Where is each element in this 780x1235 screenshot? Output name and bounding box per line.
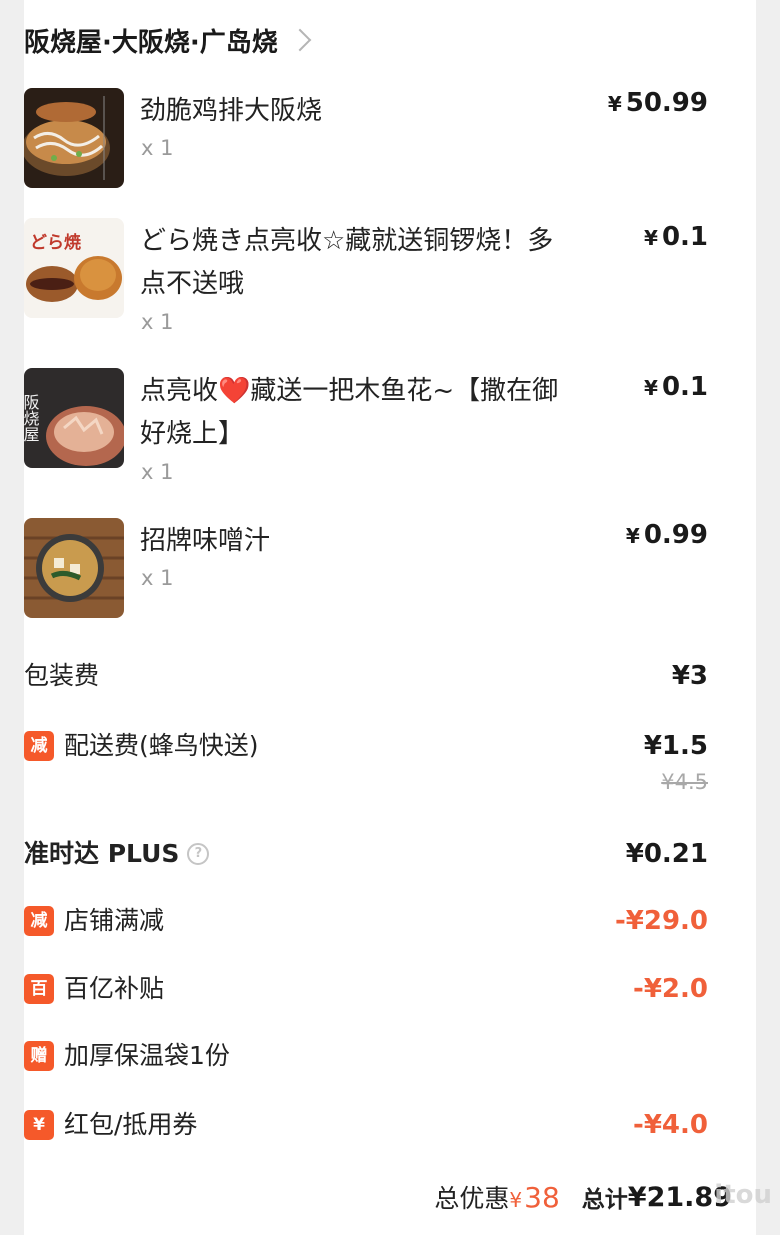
delivery-fee-label: 配送费(蜂鸟快送) [64, 731, 259, 760]
discount-label: 红包/抵用券 [64, 1110, 198, 1139]
item-name: どら焼き点亮收☆藏就送铜锣烧！多点不送哦 [140, 226, 554, 299]
order-item: どら焼 どら焼き点亮收☆藏就送铜锣烧！多点不送哦 x 1 ¥0.1 [24, 218, 708, 334]
hanshaoya-logo-text: 阪烧屋 [24, 394, 40, 442]
item-quantity: x 1 [141, 310, 174, 334]
discount-row-subsidy: 百 百亿补贴 -¥2.0 [24, 969, 708, 1009]
gift-badge: 赠 [24, 1041, 54, 1071]
item-price: ¥0.1 [644, 372, 708, 402]
delivery-fee-value: ¥1.5 [643, 731, 708, 761]
gift-row: 赠 加厚保温袋1份 [24, 1036, 708, 1076]
item-price: ¥50.99 [607, 88, 708, 118]
discount-badge: 减 [24, 731, 54, 761]
discount-label: 百亿补贴 [64, 974, 165, 1003]
item-name: 点亮收❤️藏送一把木鱼花~【撒在御好烧上】 [140, 376, 559, 449]
discount-value: -¥29.0 [614, 906, 708, 936]
ontime-plus-row: 准时达 PLUS ? ¥0.21 [24, 834, 708, 874]
item-price: ¥0.1 [644, 222, 708, 252]
item-thumbnail-miso-soup [24, 518, 124, 618]
packaging-fee-value: ¥3 [671, 661, 708, 691]
discount-value: -¥4.0 [633, 1110, 708, 1140]
item-thumbnail-bonito-flakes: 阪烧屋 [24, 368, 124, 468]
item-name: 劲脆鸡排大阪烧 [140, 96, 323, 126]
discount-row-coupon: ¥ 红包/抵用券 -¥4.0 [24, 1105, 708, 1145]
order-item: 劲脆鸡排大阪烧 x 1 ¥50.99 [24, 88, 708, 188]
total-discount-value: ¥38 [509, 1180, 560, 1214]
packaging-fee-row: 包装费 ¥3 [24, 656, 708, 696]
chevron-right-icon [288, 28, 312, 52]
shop-name: 阪烧屋·大阪烧·广岛烧 [24, 27, 278, 58]
discount-value: -¥2.0 [633, 974, 708, 1004]
discount-badge: 百 [24, 974, 54, 1004]
order-item: 招牌味噌汁 x 1 ¥0.99 [24, 518, 708, 618]
item-name: 招牌味噌汁 [140, 526, 271, 556]
watermark-logo: itou [714, 1180, 772, 1210]
delivery-fee-row: 减 配送费(蜂鸟快送) ¥1.5 ¥4.5 [24, 726, 708, 802]
packaging-fee-label: 包装费 [24, 661, 100, 690]
dorayaki-logo-text: どら焼 [30, 232, 81, 253]
discount-row-store: 减 店铺满减 -¥29.0 [24, 901, 708, 941]
item-quantity: x 1 [141, 566, 174, 590]
shop-header[interactable]: 阪烧屋·大阪烧·广岛烧 [24, 22, 312, 58]
discount-badge: 减 [24, 906, 54, 936]
total-label: 总计 [581, 1187, 628, 1213]
item-quantity: x 1 [141, 460, 174, 484]
ontime-plus-value: ¥0.21 [625, 839, 708, 869]
order-item: 阪烧屋 点亮收❤️藏送一把木鱼花~【撒在御好烧上】 x 1 ¥0.1 [24, 368, 708, 484]
coupon-badge: ¥ [24, 1110, 54, 1140]
item-thumbnail-dorayaki: どら焼 [24, 218, 124, 318]
item-thumbnail-okonomiyaki [24, 88, 124, 188]
total-discount-label: 总优惠 [434, 1184, 510, 1213]
order-summary: 总优惠 ¥38 总计 ¥21.89 [434, 1175, 732, 1219]
item-quantity: x 1 [141, 136, 174, 160]
delivery-fee-original: ¥4.5 [661, 770, 708, 794]
gift-label: 加厚保温袋1份 [64, 1041, 230, 1070]
discount-label: 店铺满减 [64, 906, 165, 935]
help-icon[interactable]: ? [187, 843, 210, 865]
item-price: ¥0.99 [625, 520, 708, 550]
ontime-plus-label: 准时达 PLUS [24, 839, 180, 868]
